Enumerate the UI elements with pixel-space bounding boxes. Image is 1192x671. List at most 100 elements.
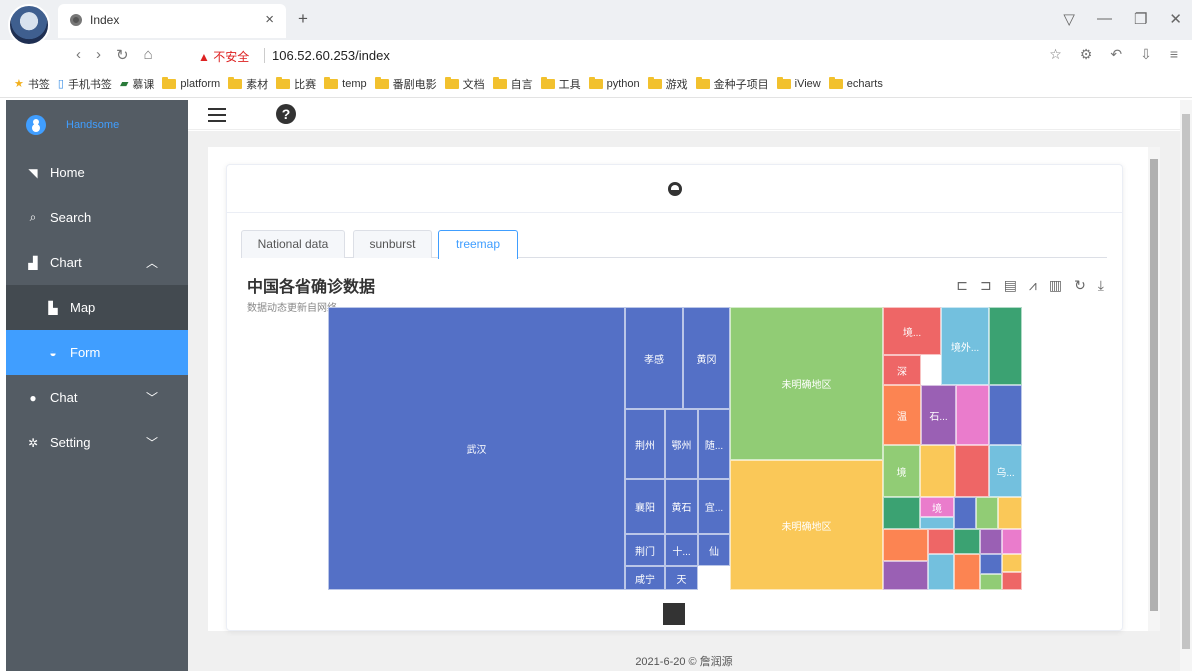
treemap-node[interactable]: 荆门	[625, 534, 665, 566]
treemap-node[interactable]	[980, 574, 1002, 590]
treemap-node[interactable]: 未明确地区	[730, 307, 883, 460]
treemap-node[interactable]: 未明确地区	[730, 460, 883, 590]
star-icon[interactable]: ☆	[1049, 46, 1062, 63]
bookmark-folder[interactable]: 番剧电影	[374, 76, 437, 92]
sidebar-item-form[interactable]: ◒ Form	[6, 330, 188, 375]
treemap-node[interactable]: 襄阳	[625, 479, 665, 534]
home-page-icon[interactable]: ⌂	[144, 46, 153, 64]
treemap-node[interactable]	[920, 445, 955, 497]
line-chart-icon[interactable]: ⩘	[1029, 277, 1037, 294]
treemap-node[interactable]: 深	[883, 355, 921, 385]
download-icon[interactable]: ⇩	[1140, 46, 1152, 63]
bookmark-folder[interactable]: platform	[162, 76, 220, 90]
tab-national-data[interactable]: National data	[241, 230, 345, 258]
bookmark-folder[interactable]: 文档	[444, 76, 485, 92]
bookmark-folder[interactable]: python	[588, 76, 640, 90]
tab-treemap[interactable]: treemap	[438, 230, 518, 259]
bookmark-folder[interactable]: echarts	[828, 76, 883, 90]
treemap-chart[interactable]: 武汉 孝感 黄冈 荆州 鄂州 随... 襄阳 黄石 宜... 荆门 十... 仙咸宁天 未明确地区 未明确…	[328, 307, 1022, 590]
treemap-node[interactable]	[928, 529, 954, 554]
treemap-node[interactable]	[998, 497, 1022, 529]
treemap-node[interactable]	[883, 497, 920, 529]
user-profile[interactable]: Handsome	[6, 100, 188, 150]
bookmark-folder[interactable]: 自言	[492, 76, 533, 92]
bookmark-folder[interactable]: 比赛	[276, 76, 316, 92]
treemap-node[interactable]: 黄冈	[683, 307, 730, 409]
treemap-node[interactable]	[1002, 572, 1022, 590]
treemap-node[interactable]	[883, 529, 928, 561]
treemap-node[interactable]: 境	[920, 497, 954, 517]
inner-scrollbar-thumb[interactable]	[1150, 159, 1158, 611]
bookmark-folder[interactable]: iView	[776, 76, 821, 90]
browser-profile-avatar[interactable]	[8, 4, 50, 46]
close-window-button[interactable]: ✕	[1169, 10, 1182, 28]
treemap-node[interactable]: 温	[883, 385, 921, 445]
treemap-node[interactable]: 境	[883, 445, 920, 497]
treemap-node[interactable]	[920, 517, 954, 529]
treemap-node[interactable]	[1002, 554, 1022, 572]
sidebar-item-search[interactable]: ⌕ Search	[6, 195, 188, 240]
sidebar-item-chart[interactable]: ▟ Chart ︿	[6, 240, 188, 285]
treemap-node[interactable]: 十...	[665, 534, 698, 566]
tab-close-button[interactable]: ×	[265, 11, 274, 28]
restore-icon[interactable]: ↻	[1074, 277, 1086, 294]
treemap-node[interactable]: 境外...	[941, 307, 989, 385]
sidebar-item-home[interactable]: ◥ Home	[6, 150, 188, 195]
hamburger-icon[interactable]	[208, 108, 226, 122]
treemap-node[interactable]: 孝感	[625, 307, 683, 409]
treemap-node[interactable]	[989, 385, 1022, 445]
tab-sunburst[interactable]: sunburst	[353, 230, 432, 258]
page-scrollbar-thumb[interactable]	[1182, 114, 1190, 649]
treemap-node[interactable]	[954, 529, 980, 554]
data-view-icon[interactable]: ▤	[1004, 277, 1017, 294]
treemap-node[interactable]	[954, 554, 980, 590]
inner-scrollbar[interactable]	[1148, 147, 1160, 631]
insecure-warning[interactable]: ▲ 不安全	[198, 48, 249, 65]
browser-tab[interactable]: Index ×	[58, 4, 286, 38]
sidebar-item-chat[interactable]: ● Chat ﹀	[6, 375, 188, 420]
treemap-node[interactable]: 荆州	[625, 409, 665, 479]
bar-chart-icon[interactable]: ▥	[1049, 277, 1062, 294]
treemap-node[interactable]	[989, 307, 1022, 385]
bookmark-folder[interactable]: 金种子项目	[695, 76, 769, 92]
treemap-node[interactable]: 乌...	[989, 445, 1022, 497]
treemap-node[interactable]: 随...	[698, 409, 730, 479]
undo-icon[interactable]: ↶	[1110, 46, 1122, 63]
shirt-icon[interactable]: ▽	[1063, 10, 1075, 28]
treemap-node[interactable]	[883, 561, 928, 590]
sidebar-item-map[interactable]: ▙ Map	[6, 285, 188, 330]
back-icon[interactable]: ‹	[76, 46, 81, 64]
restore-button[interactable]: ❐	[1134, 10, 1147, 28]
forward-icon[interactable]: ›	[96, 46, 101, 64]
help-icon[interactable]: ?	[276, 104, 296, 124]
treemap-node[interactable]: 黄石	[665, 479, 698, 534]
treemap-node[interactable]	[956, 385, 989, 445]
zoom-icon[interactable]: ⊏	[956, 277, 968, 294]
treemap-node[interactable]: 石...	[921, 385, 956, 445]
treemap-node[interactable]	[980, 554, 1002, 574]
zoom-reset-icon[interactable]: ⊐	[980, 277, 992, 294]
bookmark-item[interactable]: ▰ 慕课	[120, 76, 154, 92]
bookmark-folder[interactable]: 素材	[228, 76, 268, 92]
treemap-node[interactable]: 境...	[883, 307, 941, 355]
treemap-node[interactable]	[954, 497, 976, 529]
treemap-node[interactable]: 武汉	[328, 307, 625, 590]
treemap-node[interactable]	[955, 445, 989, 497]
sidebar-item-setting[interactable]: ✲ Setting ﹀	[6, 420, 188, 465]
extension-icon[interactable]: ⚙	[1080, 46, 1093, 63]
new-tab-button[interactable]: +	[298, 9, 308, 29]
treemap-node[interactable]	[980, 529, 1002, 554]
bookmark-folder[interactable]: temp	[324, 76, 367, 90]
url-input[interactable]: 106.52.60.253/index	[272, 48, 390, 63]
treemap-node[interactable]	[928, 554, 954, 590]
treemap-node[interactable]: 天	[665, 566, 698, 590]
treemap-node[interactable]: 咸宁	[625, 566, 665, 590]
page-scrollbar[interactable]	[1180, 100, 1192, 671]
treemap-node[interactable]: 仙	[698, 534, 730, 566]
bookmark-item[interactable]: ▯ 手机书签	[58, 76, 112, 92]
treemap-breadcrumb[interactable]	[663, 603, 685, 625]
reload-icon[interactable]: ↻	[116, 46, 129, 64]
bookmark-folder[interactable]: 游戏	[647, 76, 688, 92]
save-image-icon[interactable]: ⤓	[1098, 277, 1104, 294]
bookmark-item[interactable]: ★ 书签	[14, 76, 50, 92]
